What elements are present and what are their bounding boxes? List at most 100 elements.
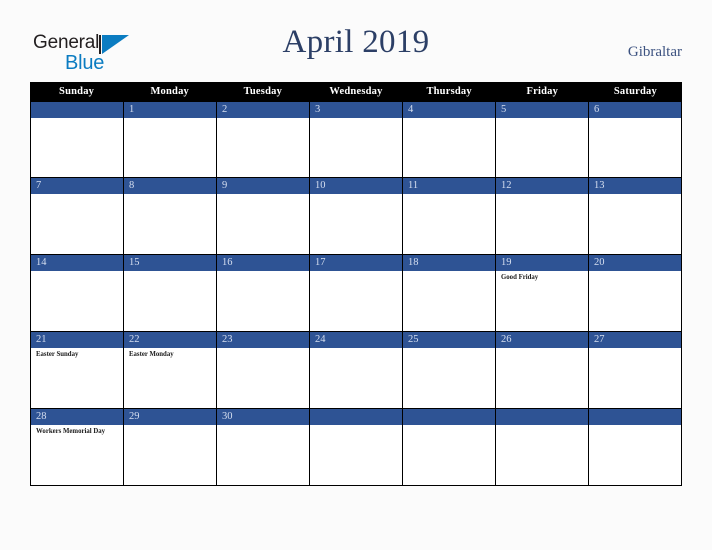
day-number: 5: [501, 104, 507, 115]
day-number: 13: [594, 180, 605, 191]
day-number-band: [310, 409, 402, 425]
day-number-band: 4: [403, 102, 495, 118]
day-number-band: [496, 409, 588, 425]
day-cell-22[interactable]: 22 Easter Monday: [124, 332, 217, 408]
day-cell-1[interactable]: 1: [124, 102, 217, 177]
day-number-band: 17: [310, 255, 402, 271]
day-cell-28[interactable]: 28 Workers Memorial Day: [31, 409, 124, 485]
page-title: April 2019: [282, 24, 430, 60]
day-cell-19[interactable]: 19 Good Friday: [496, 255, 589, 331]
calendar-week-row: 28 Workers Memorial Day 29 30: [30, 409, 682, 486]
day-cell-8[interactable]: 8: [124, 178, 217, 254]
day-cell-29[interactable]: 29: [124, 409, 217, 485]
day-body: [310, 348, 402, 408]
day-body: [403, 348, 495, 408]
day-number: 2: [222, 104, 228, 115]
day-cell-23[interactable]: 23: [217, 332, 310, 408]
day-body: [217, 118, 309, 177]
day-number-band: 10: [310, 178, 402, 194]
holiday-event-label: Easter Sunday: [36, 351, 79, 358]
day-body: [310, 271, 402, 331]
day-number: 24: [315, 334, 326, 345]
day-body: [496, 118, 588, 177]
page-header: General Blue April 2019 Gibraltar: [0, 0, 712, 82]
day-cell-11[interactable]: 11: [403, 178, 496, 254]
day-body: [124, 194, 216, 254]
weekday-header-wednesday: Wednesday: [329, 86, 383, 97]
day-body: [217, 348, 309, 408]
day-cell-empty[interactable]: [403, 409, 496, 485]
day-cell-6[interactable]: 6: [589, 102, 682, 177]
day-number-band: 11: [403, 178, 495, 194]
day-cell-18[interactable]: 18: [403, 255, 496, 331]
day-number: 1: [129, 104, 135, 115]
day-number-band: 23: [217, 332, 309, 348]
day-number-band: 29: [124, 409, 216, 425]
day-cell-3[interactable]: 3: [310, 102, 403, 177]
weekday-header-friday: Friday: [526, 86, 559, 97]
day-cell-empty[interactable]: [589, 409, 682, 485]
day-cell-27[interactable]: 27: [589, 332, 682, 408]
day-number-band: 30: [217, 409, 309, 425]
day-body: [496, 348, 588, 408]
day-body: [310, 118, 402, 177]
day-number: 26: [501, 334, 512, 345]
day-cell-21[interactable]: 21 Easter Sunday: [31, 332, 124, 408]
day-cell-20[interactable]: 20: [589, 255, 682, 331]
day-number: 6: [594, 104, 600, 115]
day-cell-10[interactable]: 10: [310, 178, 403, 254]
day-body: [217, 194, 309, 254]
day-number-band: 7: [31, 178, 123, 194]
day-number: 19: [501, 257, 512, 268]
day-number-band: 26: [496, 332, 588, 348]
day-cell-7[interactable]: 7: [31, 178, 124, 254]
day-body: [124, 425, 216, 485]
day-cell-13[interactable]: 13: [589, 178, 682, 254]
day-cell-2[interactable]: 2: [217, 102, 310, 177]
weekday-header-tuesday: Tuesday: [243, 86, 283, 97]
day-number-band: 25: [403, 332, 495, 348]
day-number: 23: [222, 334, 233, 345]
day-cell-14[interactable]: 14: [31, 255, 124, 331]
day-cell-24[interactable]: 24: [310, 332, 403, 408]
day-cell-5[interactable]: 5: [496, 102, 589, 177]
day-cell-30[interactable]: 30: [217, 409, 310, 485]
calendar-weeks: 1 2 3 4 5 6 7 8 9 10 11 12 13 14 15 16 17 18 19 Good Friday…: [30, 101, 682, 486]
calendar-week-row: 21 Easter Sunday 22 Easter Monday 23 24 25 26 27: [30, 332, 682, 409]
day-cell-9[interactable]: 9: [217, 178, 310, 254]
day-cell-15[interactable]: 15: [124, 255, 217, 331]
day-body: Easter Sunday: [31, 348, 123, 408]
day-body: Good Friday: [496, 271, 588, 331]
day-cell-12[interactable]: 12: [496, 178, 589, 254]
day-number: 17: [315, 257, 326, 268]
day-body: [589, 271, 681, 331]
day-number: 12: [501, 180, 512, 191]
day-body: [31, 194, 123, 254]
day-body: [589, 194, 681, 254]
day-cell-17[interactable]: 17: [310, 255, 403, 331]
day-number: 30: [222, 411, 233, 422]
day-body: [31, 118, 123, 177]
day-number-band: 1: [124, 102, 216, 118]
day-cell-25[interactable]: 25: [403, 332, 496, 408]
weekday-header-thursday: Thursday: [426, 86, 472, 97]
day-number: 29: [129, 411, 140, 422]
day-body: [310, 425, 402, 485]
day-cell-4[interactable]: 4: [403, 102, 496, 177]
day-number-band: 12: [496, 178, 588, 194]
day-body: Easter Monday: [124, 348, 216, 408]
day-cell-26[interactable]: 26: [496, 332, 589, 408]
day-cell-empty[interactable]: [310, 409, 403, 485]
holiday-event-label: Good Friday: [501, 274, 539, 281]
day-cell-16[interactable]: 16: [217, 255, 310, 331]
day-number-band: 19: [496, 255, 588, 271]
weekday-header-row: Sunday Monday Tuesday Wednesday Thursday Frid…: [30, 82, 682, 101]
country-label: Gibraltar: [627, 44, 682, 60]
day-body: [403, 194, 495, 254]
day-cell-empty[interactable]: [31, 102, 124, 177]
day-number: 20: [594, 257, 605, 268]
day-number-band: 13: [589, 178, 681, 194]
day-number-band: 15: [124, 255, 216, 271]
day-cell-empty[interactable]: [496, 409, 589, 485]
day-number: 4: [408, 104, 414, 115]
